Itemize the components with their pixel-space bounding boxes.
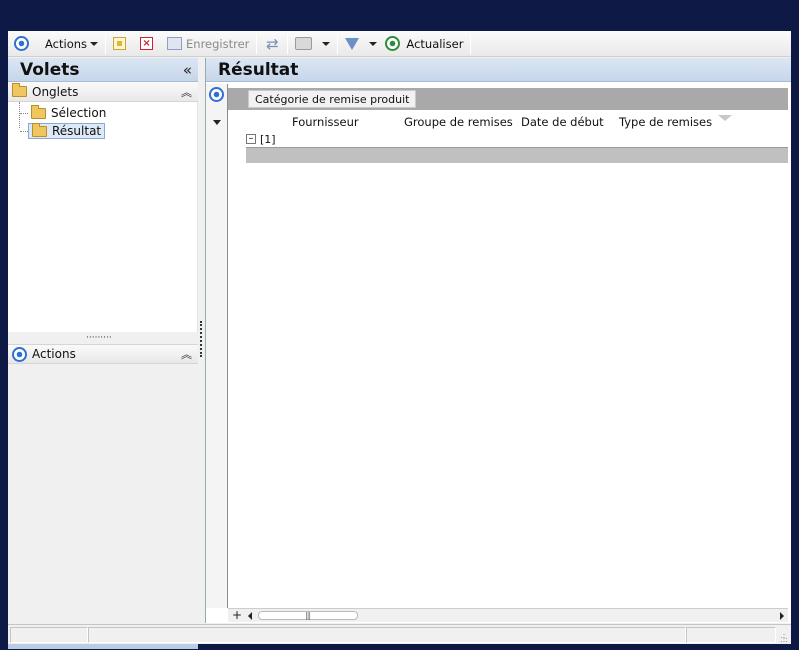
- folder-icon: [31, 104, 46, 119]
- options-button[interactable]: [10, 33, 33, 55]
- add-icon[interactable]: +: [232, 608, 242, 622]
- column-header-groupe-de-remises[interactable]: Groupe de remises: [404, 115, 513, 129]
- delete-button[interactable]: ×: [136, 33, 157, 55]
- delete-icon: ×: [140, 37, 154, 50]
- open-folder-icon: [32, 122, 47, 137]
- scroll-left-icon[interactable]: [248, 612, 252, 620]
- grip-icon: |||: [305, 611, 311, 620]
- filter-icon: [345, 37, 360, 50]
- tree-item-label: Sélection: [51, 106, 107, 120]
- resize-grip-icon[interactable]: .:.::: [780, 632, 788, 644]
- collapse-left-icon[interactable]: «: [183, 61, 192, 79]
- new-button[interactable]: [109, 33, 130, 55]
- printer-icon: [295, 37, 313, 50]
- horizontal-scrollbar[interactable]: + |||: [228, 608, 788, 622]
- new-document-icon: [113, 37, 127, 50]
- actions-section-label: Actions: [32, 347, 76, 361]
- filter-button[interactable]: [341, 33, 381, 55]
- sync-icon: ⇄: [266, 34, 279, 53]
- scrollbar-thumb[interactable]: |||: [258, 611, 358, 620]
- tabs-section-label: Onglets: [32, 84, 79, 99]
- toolbar: Actions × Enregistrer ⇄ Actualiser: [8, 31, 791, 57]
- options-ring-icon: [14, 36, 29, 51]
- status-cell: [10, 627, 88, 643]
- tabs-section-header[interactable]: Onglets ︽: [8, 82, 198, 102]
- chevron-down-icon: [322, 41, 331, 46]
- collapse-group-icon[interactable]: –: [246, 134, 256, 144]
- toolbar-separator: [256, 33, 258, 54]
- status-cell: [686, 627, 776, 643]
- group-by-chip[interactable]: Catégorie de remise produit: [248, 90, 417, 108]
- double-chevron-up-icon[interactable]: ︽: [181, 84, 192, 100]
- column-header-date-de-debut[interactable]: Date de début: [521, 115, 604, 129]
- app-window: Actions × Enregistrer ⇄ Actualiser Volet…: [8, 31, 791, 649]
- tree-connector: [20, 112, 28, 114]
- actions-menu-button[interactable]: Actions: [41, 33, 102, 55]
- toolbar-separator: [470, 33, 472, 54]
- sort-indicator-icon: [718, 115, 732, 121]
- refresh-button-label: Actualiser: [406, 36, 464, 51]
- refresh-icon: [385, 36, 401, 51]
- tree-connector: [20, 130, 28, 132]
- print-button[interactable]: [291, 33, 334, 55]
- chevron-down-icon[interactable]: [213, 120, 221, 125]
- tree-item-resultat[interactable]: Résultat: [20, 122, 106, 139]
- status-bar: .:.::: [8, 624, 791, 644]
- double-chevron-up-icon[interactable]: ︽: [181, 346, 192, 362]
- result-panel-title: Résultat: [218, 59, 299, 80]
- horizontal-splitter-grip[interactable]: ·········: [86, 334, 112, 343]
- grid-options-icon[interactable]: [209, 87, 224, 102]
- vertical-splitter-grip[interactable]: [200, 321, 202, 357]
- result-panel: Résultat Catégorie de remise produit Fou…: [205, 58, 791, 623]
- actions-ring-icon: [12, 346, 27, 362]
- column-header-type-de-remises[interactable]: Type de remises: [619, 115, 712, 129]
- result-panel-header: Résultat: [206, 58, 791, 82]
- actions-section-header[interactable]: Actions ︽: [8, 344, 198, 364]
- sync-button[interactable]: ⇄: [260, 33, 284, 55]
- toolbar-separator: [287, 33, 289, 54]
- chevron-down-icon: [90, 41, 99, 46]
- refresh-button[interactable]: Actualiser: [381, 33, 467, 55]
- grid-row-selector-column: [206, 84, 228, 608]
- left-panel-title: Volets: [20, 59, 80, 80]
- group-row-label: [1]: [260, 132, 276, 146]
- toolbar-separator: [105, 33, 107, 54]
- status-cell: [88, 627, 686, 643]
- group-row[interactable]: – [1]: [246, 131, 788, 147]
- left-panel: Volets « Onglets ︽ Sélection Résultat ··…: [8, 58, 198, 649]
- left-panel-header: Volets «: [8, 58, 198, 82]
- tree-item-label: Résultat: [52, 124, 102, 138]
- tabs-tree: Sélection Résultat: [8, 102, 198, 332]
- save-button-label: Enregistrer: [186, 36, 250, 51]
- toolbar-separator: [337, 33, 339, 54]
- group-by-panel: Catégorie de remise produit: [228, 88, 788, 110]
- folder-icon: [12, 83, 27, 97]
- column-header-fournisseur[interactable]: Fournisseur: [292, 115, 359, 129]
- tree-item-selection[interactable]: Sélection: [20, 104, 109, 121]
- group-summary-bar: [246, 147, 788, 163]
- actions-panel-body: [8, 364, 198, 626]
- chevron-down-icon: [369, 41, 378, 46]
- save-button[interactable]: Enregistrer: [163, 33, 253, 55]
- scroll-right-icon[interactable]: [780, 612, 784, 620]
- actions-menu-label: Actions: [45, 36, 88, 51]
- grid-column-headers: Fournisseur Groupe de remises Date de dé…: [228, 113, 788, 131]
- save-icon: [167, 37, 183, 50]
